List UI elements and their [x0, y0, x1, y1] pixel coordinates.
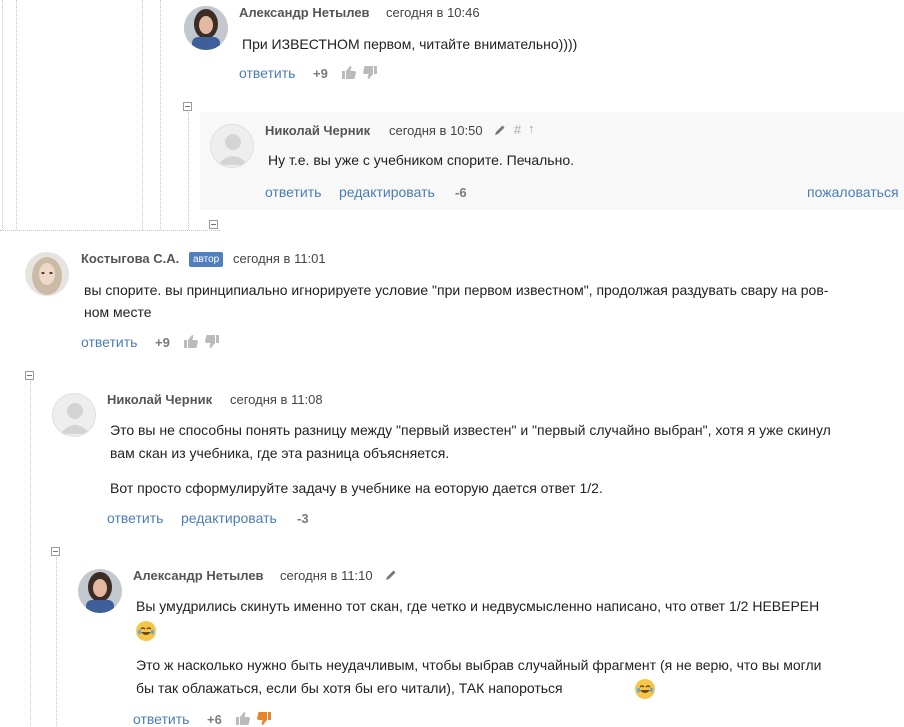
- thread-line: [2, 0, 3, 230]
- comment-author[interactable]: Александр Нетылев: [239, 5, 370, 20]
- avatar[interactable]: [52, 393, 96, 437]
- reply-button[interactable]: ответить: [107, 510, 163, 526]
- thumb-down-icon[interactable]: [205, 335, 219, 348]
- avatar[interactable]: [78, 569, 122, 613]
- thread-line: [188, 112, 189, 230]
- comment-text-line: ном месте: [84, 304, 152, 320]
- thread-line: [56, 557, 57, 726]
- edit-button[interactable]: редактировать: [181, 510, 277, 526]
- comment-date[interactable]: сегодня в 10:50: [389, 123, 483, 138]
- author-badge: автор: [189, 252, 224, 267]
- report-button[interactable]: пожаловаться: [807, 184, 899, 200]
- pencil-icon[interactable]: [494, 124, 506, 136]
- comment-score: -6: [455, 185, 467, 200]
- reply-button[interactable]: ответить: [239, 65, 295, 81]
- comment-text-line: Вот просто сформулируйте задачу в учебни…: [110, 480, 603, 496]
- thread-line: [30, 381, 31, 726]
- arrow-up-icon[interactable]: ↑: [528, 121, 535, 136]
- edit-button[interactable]: редактировать: [339, 184, 435, 200]
- collapse-thread-button[interactable]: [209, 220, 218, 229]
- comment-score: +9: [155, 335, 170, 350]
- thumb-down-icon[interactable]: [363, 66, 377, 79]
- tears-of-joy-emoji: [136, 621, 156, 641]
- collapse-thread-button[interactable]: [25, 371, 34, 380]
- comment-date[interactable]: сегодня в 10:46: [386, 5, 480, 20]
- thumb-up-icon[interactable]: [236, 712, 250, 725]
- comment-text: При ИЗВЕСТНОМ первом, читайте внимательн…: [242, 36, 578, 52]
- thread-line: [16, 0, 17, 230]
- comment-text-line: бы так облажаться, если бы хотя бы его ч…: [136, 680, 563, 696]
- thumb-down-icon[interactable]: [257, 712, 271, 725]
- comment-date[interactable]: сегодня в 11:01: [233, 251, 326, 266]
- default-user-icon: [60, 403, 90, 434]
- comment-author[interactable]: Николай Черник: [107, 392, 212, 407]
- comment-score: -3: [297, 511, 309, 526]
- avatar-photo-icon: [25, 252, 69, 296]
- comment-text-line: Вы умудрились скинуть именно тот скан, г…: [136, 598, 820, 614]
- pencil-icon[interactable]: [385, 569, 397, 581]
- comment-date[interactable]: сегодня в 11:08: [230, 392, 323, 407]
- comment-author[interactable]: Николай Черник: [265, 123, 370, 138]
- reply-button[interactable]: ответить: [81, 334, 137, 350]
- comment-text-line: вы спорите. вы принципиально игнорируете…: [84, 282, 829, 298]
- avatar[interactable]: [184, 6, 228, 50]
- avatar-photo-icon: [184, 6, 228, 50]
- thumb-up-icon[interactable]: [342, 66, 356, 79]
- thumb-up-icon[interactable]: [184, 335, 198, 348]
- comment-score: +6: [207, 712, 222, 727]
- comment-date[interactable]: сегодня в 11:10: [280, 568, 373, 583]
- thread-line: [142, 0, 143, 230]
- comment-text-line: вам скан из учебника, где эта разница об…: [110, 445, 450, 461]
- collapse-thread-button[interactable]: [51, 547, 60, 556]
- avatar[interactable]: [210, 124, 254, 168]
- comment-text-line: Это вы не способны понять разницу между …: [110, 422, 831, 438]
- collapse-thread-button[interactable]: [183, 102, 192, 111]
- hash-icon[interactable]: #: [514, 122, 521, 137]
- comment-score: +9: [313, 66, 328, 81]
- avatar-photo-icon: [78, 569, 122, 613]
- thread-line: [0, 230, 220, 231]
- comment-author[interactable]: Костыгова С.А.: [81, 251, 179, 266]
- reply-button[interactable]: ответить: [265, 184, 321, 200]
- comment-author[interactable]: Александр Нетылев: [133, 568, 264, 583]
- reply-button[interactable]: ответить: [133, 711, 189, 727]
- avatar[interactable]: [25, 252, 69, 296]
- default-user-icon: [218, 134, 248, 165]
- comment-text-line: Это ж насколько нужно быть неудачливым, …: [136, 657, 822, 673]
- comment-text: Ну т.е. вы уже с учебником спорите. Печа…: [268, 152, 574, 168]
- tears-of-joy-emoji: [635, 679, 656, 699]
- thread-line: [160, 0, 161, 230]
